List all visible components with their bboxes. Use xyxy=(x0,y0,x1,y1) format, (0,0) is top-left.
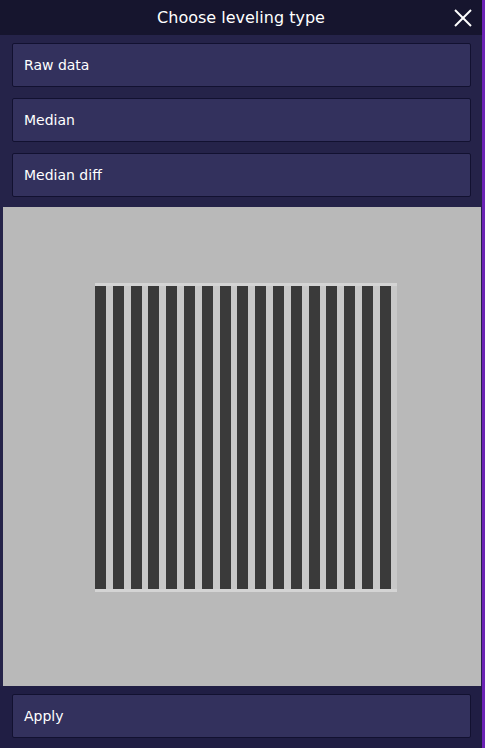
grating-pattern xyxy=(95,283,397,592)
option-button[interactable]: Median xyxy=(12,98,471,142)
leveling-dialog: Choose leveling type Raw data Median Median… xyxy=(0,0,482,748)
option-list: Raw data Median Median diff xyxy=(0,35,482,207)
preview-image xyxy=(3,207,481,686)
option-button[interactable]: Raw data xyxy=(12,43,471,87)
option-button[interactable]: Median diff xyxy=(12,153,471,197)
close-icon[interactable] xyxy=(453,8,473,28)
dialog-footer: Apply xyxy=(0,686,482,748)
dialog-title: Choose leveling type xyxy=(157,8,325,27)
close-button[interactable] xyxy=(450,5,476,31)
apply-button[interactable]: Apply xyxy=(12,694,471,738)
dialog-header: Choose leveling type xyxy=(0,0,482,35)
